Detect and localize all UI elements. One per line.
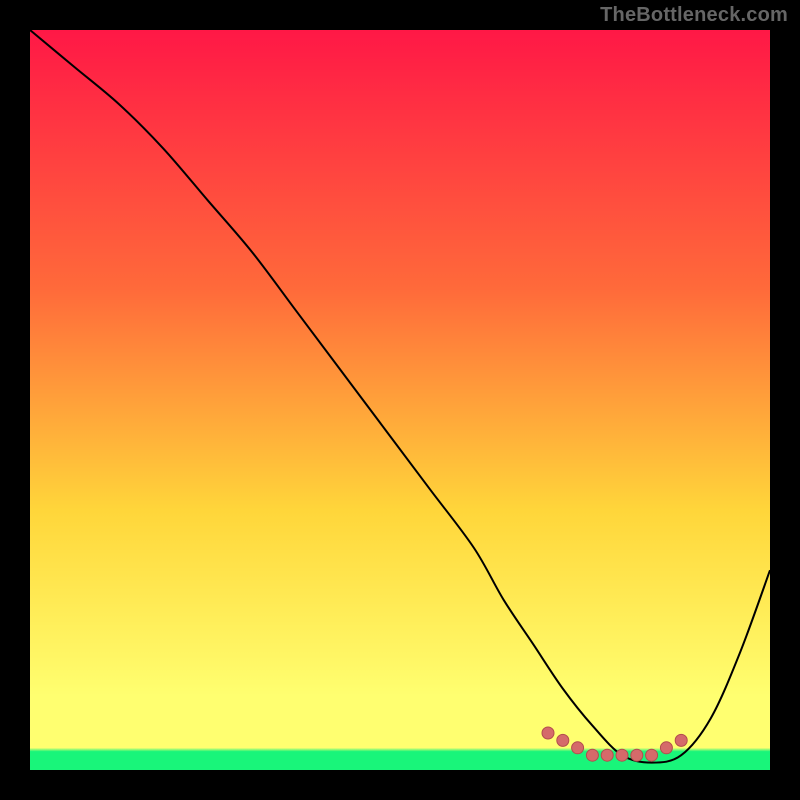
optimal-dot: [675, 734, 687, 746]
watermark-text: TheBottleneck.com: [600, 4, 788, 27]
bottleneck-chart: [0, 0, 800, 800]
optimal-dot: [601, 749, 613, 761]
optimal-dot: [572, 742, 584, 754]
optimal-dot: [616, 749, 628, 761]
optimal-dot: [557, 734, 569, 746]
optimal-dot: [646, 749, 658, 761]
optimal-dot: [586, 749, 598, 761]
optimal-dot: [631, 749, 643, 761]
plot-background: [30, 30, 770, 770]
chart-stage: TheBottleneck.com: [0, 0, 800, 800]
optimal-dot: [660, 742, 672, 754]
optimal-dot: [542, 727, 554, 739]
